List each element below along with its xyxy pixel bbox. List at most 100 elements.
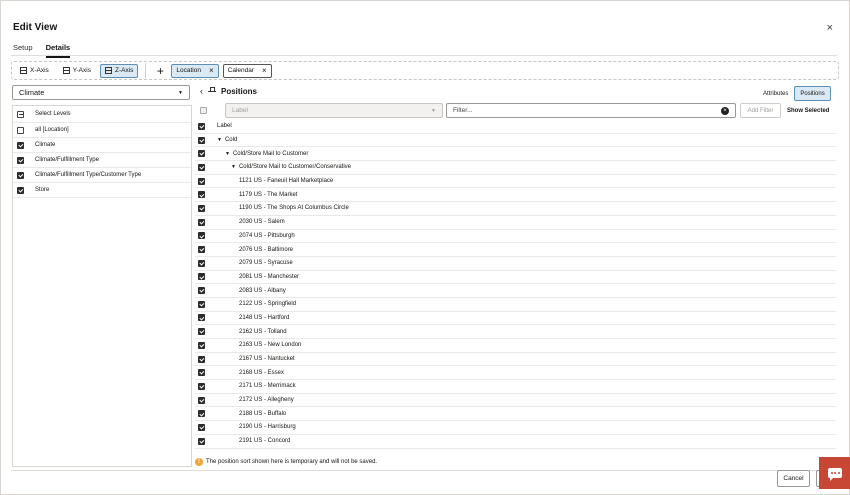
table-row[interactable]: 2081 US - Manchester [195, 271, 836, 285]
level-checkbox[interactable] [17, 186, 24, 194]
show-selected-button[interactable]: Show Selected [787, 103, 829, 118]
row-label: 2079 US - Syracuse [239, 260, 293, 267]
table-row[interactable]: 2191 US - Concord [195, 435, 836, 449]
row-label: 2163 US - New London [239, 342, 302, 349]
row-checkbox[interactable] [198, 191, 205, 199]
row-checkbox[interactable] [198, 382, 205, 390]
row-checkbox[interactable] [198, 273, 205, 281]
row-label-wrap: 2030 US - Salem [239, 219, 285, 225]
positions-rows: ▼ Cold ▼ Cold/Store Mail to Customer ▼ Cold/S… [195, 134, 836, 449]
row-checkbox[interactable] [198, 246, 205, 254]
row-checkbox[interactable] [198, 204, 205, 212]
level-row[interactable]: Store [13, 183, 191, 198]
table-row[interactable]: 2163 US - New London [195, 339, 836, 353]
positions-table: Label ▼ Cold ▼ Cold/Store Mail to Customer ▼… [195, 120, 836, 449]
level-checkbox[interactable] [17, 171, 24, 179]
level-row[interactable]: Climate/Fulfillment Type [13, 153, 191, 168]
back-chevron-icon[interactable]: ‹ [200, 86, 203, 96]
row-checkbox[interactable] [198, 328, 205, 336]
row-checkbox[interactable] [198, 341, 205, 349]
table-row[interactable]: 2030 US - Salem [195, 216, 836, 230]
row-label: 2188 US - Buffalo [239, 410, 287, 417]
expand-triangle-icon[interactable]: ▼ [231, 164, 236, 170]
table-row[interactable]: 2168 US - Essex [195, 366, 836, 381]
table-row[interactable]: 2188 US - Buffalo [195, 407, 836, 422]
table-row[interactable]: 2171 US - Merrimack [195, 380, 836, 394]
chat-button[interactable] [819, 457, 850, 489]
x-axis-icon [20, 67, 27, 74]
location-chip[interactable]: Location × [171, 63, 219, 78]
table-row[interactable]: 2074 US - Pittsburgh [195, 230, 836, 244]
select-all-positions[interactable] [196, 103, 210, 118]
cancel-button[interactable]: Cancel [777, 470, 810, 487]
row-label-wrap: 1179 US - The Market [239, 192, 297, 198]
close-icon[interactable]: × [827, 22, 833, 34]
row-checkbox[interactable] [198, 150, 205, 158]
table-row[interactable]: 1190 US - The Shops At Columbus Circle [195, 202, 836, 216]
clear-filter-icon[interactable]: × [721, 106, 729, 115]
row-checkbox[interactable] [198, 136, 205, 144]
x-axis-button[interactable]: X-Axis [15, 64, 54, 78]
hierarchy-select[interactable]: Climate ▼ [12, 85, 190, 100]
levels-header-label: Select Levels [35, 111, 71, 117]
toolbar-separator [145, 63, 147, 78]
table-row[interactable]: 1121 US - Faneuil Hall Marketplace [195, 175, 836, 189]
add-dimension-icon[interactable]: + [153, 65, 167, 77]
row-label: 2190 US - Harrisburg [239, 424, 296, 431]
select-all-positions-checkbox[interactable] [199, 107, 207, 114]
level-checkbox[interactable] [17, 156, 24, 164]
level-checkbox[interactable] [17, 141, 24, 149]
expand-triangle-icon[interactable]: ▼ [225, 151, 230, 157]
table-row[interactable]: 2079 US - Syracuse [195, 257, 836, 271]
row-checkbox[interactable] [198, 287, 205, 295]
row-checkbox[interactable] [198, 355, 205, 363]
level-checkbox[interactable] [17, 126, 24, 134]
row-label: 1179 US - The Market [239, 191, 298, 198]
row-checkbox[interactable] [198, 423, 205, 431]
table-row[interactable]: 2172 US - Allegheny [195, 394, 836, 408]
remove-calendar-icon[interactable]: × [262, 66, 267, 75]
filter-input[interactable]: Filter... × [446, 103, 736, 118]
row-checkbox[interactable] [198, 177, 205, 185]
chevron-down-icon: ▼ [178, 89, 183, 96]
y-axis-icon [62, 67, 70, 74]
calendar-chip[interactable]: Calendar × [222, 63, 272, 78]
column-header-label: Label [217, 123, 232, 130]
table-row[interactable]: 2122 US - Springfield [195, 298, 836, 312]
sort-notice-text: The position sort shown here is temporar… [206, 459, 378, 465]
attributes-toggle[interactable]: Attributes [757, 86, 794, 101]
y-axis-button[interactable]: Y-Axis [58, 64, 96, 78]
row-checkbox[interactable] [198, 396, 205, 404]
table-row[interactable]: ▼ Cold/Store Mail to Customer [195, 147, 836, 162]
remove-location-icon[interactable]: × [209, 66, 214, 75]
row-label: 2172 US - Allegheny [239, 397, 294, 404]
row-checkbox[interactable] [198, 163, 205, 171]
row-checkbox[interactable] [198, 259, 205, 267]
row-checkbox[interactable] [198, 369, 205, 377]
row-checkbox[interactable] [198, 232, 205, 240]
row-checkbox[interactable] [198, 218, 205, 226]
table-row[interactable]: ▼ Cold/Store Mail to Customer/Conservativ… [195, 161, 836, 175]
positions-toggle[interactable]: Positions [794, 86, 831, 101]
table-row[interactable]: 2162 US - Tolland [195, 325, 836, 339]
row-checkbox[interactable] [198, 410, 205, 418]
table-row[interactable]: 2167 US - Nantucket [195, 353, 836, 367]
table-row[interactable]: 2083 US - Albany [195, 284, 836, 298]
row-checkbox[interactable] [198, 314, 205, 322]
level-row[interactable]: Climate [13, 138, 191, 153]
sort-notice: ! The position sort shown here is tempor… [195, 458, 377, 466]
row-checkbox[interactable] [198, 437, 205, 445]
table-row[interactable]: ▼ Cold [195, 134, 836, 148]
positions-header: ‹ Positions [200, 86, 257, 96]
level-row[interactable]: all [Location] [13, 123, 191, 138]
level-row[interactable]: Climate/Fulfillment Type/Customer Type [13, 168, 191, 183]
table-row[interactable]: 2076 US - Baltimore [195, 243, 836, 257]
table-row[interactable]: 1179 US - The Market [195, 188, 836, 203]
row-checkbox[interactable] [198, 300, 205, 308]
table-row[interactable]: 2148 US - Hartford [195, 312, 836, 326]
header-checkbox[interactable] [198, 122, 205, 130]
select-all-levels-checkbox[interactable] [17, 110, 24, 118]
expand-triangle-icon[interactable]: ▼ [217, 137, 222, 143]
table-row[interactable]: 2190 US - Harrisburg [195, 421, 836, 435]
z-axis-button[interactable]: Z-Axis [99, 63, 139, 78]
